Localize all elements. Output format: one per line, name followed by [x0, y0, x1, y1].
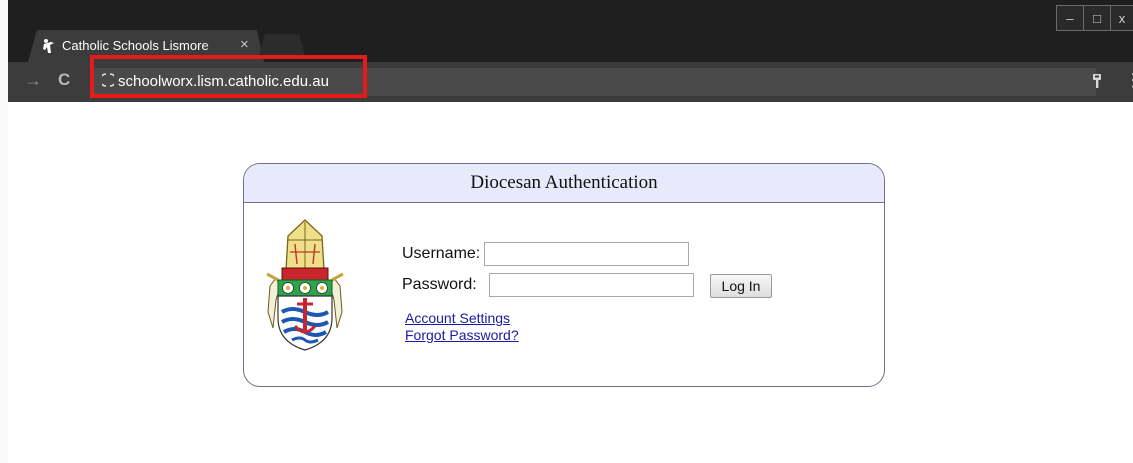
window-controls: – □ x [1056, 5, 1133, 31]
username-label: Username: [402, 245, 481, 262]
forgot-password-link[interactable]: Forgot Password? [405, 327, 519, 343]
panel-title: Diocesan Authentication [244, 164, 884, 203]
minimize-button[interactable]: – [1056, 5, 1084, 31]
new-tab-button[interactable] [259, 34, 305, 56]
password-label: Password: [402, 276, 477, 293]
tab-close-icon[interactable]: × [240, 36, 249, 53]
username-input[interactable] [484, 242, 690, 266]
forward-arrow-icon[interactable]: → [24, 70, 42, 91]
tab-strip: Catholic Schools Lismore × – □ x [8, 0, 1133, 62]
browser-menu-icon[interactable]: ⋮ [1124, 70, 1133, 91]
tab-favicon-icon [43, 39, 54, 53]
tab-title: Catholic Schools Lismore [62, 38, 209, 53]
url-highlight-box [90, 55, 367, 98]
window-frame-left [0, 0, 8, 463]
close-window-button[interactable]: x [1110, 5, 1133, 31]
password-row: Password: [402, 273, 694, 297]
diocesan-crest-icon [266, 219, 344, 351]
saved-password-key-icon[interactable] [1092, 73, 1102, 89]
account-settings-link[interactable]: Account Settings [405, 310, 510, 326]
authentication-panel: Diocesan Authentication Username: Passwo… [243, 163, 885, 387]
login-button[interactable]: Log In [710, 274, 772, 298]
username-row: Username: [402, 242, 690, 266]
reload-icon[interactable]: C [58, 70, 70, 90]
maximize-button[interactable]: □ [1083, 5, 1111, 31]
password-input[interactable] [488, 273, 694, 297]
